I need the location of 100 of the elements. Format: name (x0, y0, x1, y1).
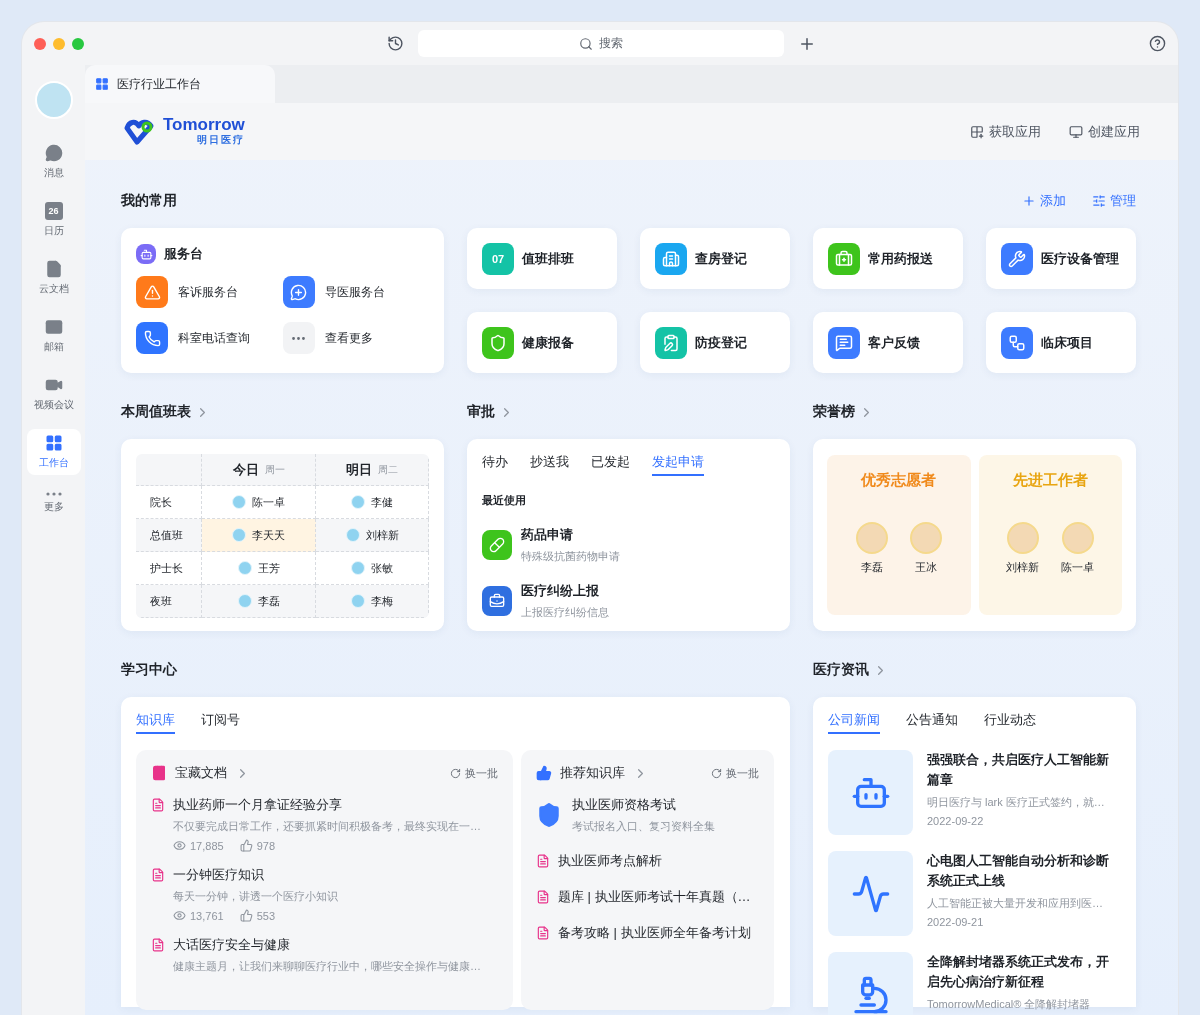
search-field[interactable]: 搜索 (418, 30, 784, 57)
news-summary: 人工智能正被大量开发和应用到医… (927, 896, 1104, 911)
app-label: 客户反馈 (868, 333, 920, 352)
service-link[interactable]: 客诉服务台 (178, 283, 238, 301)
sidebar-item[interactable]: 云文档 (26, 255, 81, 301)
views-count: 17,885 (190, 839, 224, 852)
section-title: 本周值班表 (121, 403, 191, 421)
document-title[interactable]: 备考攻略 | 执业医师全年备考计划 (558, 924, 751, 942)
section-title: 荣誉榜 (813, 403, 855, 421)
app-tile[interactable]: 客户反馈 (813, 312, 963, 373)
refresh-icon (711, 767, 722, 779)
news-title[interactable]: 全降解封堵器系统正式发布，开启先心病治疗新征程 (927, 952, 1121, 992)
workspace-tab[interactable]: 医疗行业工作台 (85, 65, 275, 103)
document-title[interactable]: 执业医师考点解析 (558, 852, 662, 870)
role-cell: 总值班 (136, 519, 202, 552)
person-name: 李天天 (252, 527, 285, 543)
approval-tab[interactable]: 待办 (482, 453, 508, 476)
document-title[interactable]: 一分钟医疗知识 (173, 866, 338, 884)
person-name: 李健 (371, 494, 393, 510)
approval-tab[interactable]: 发起申请 (652, 453, 704, 476)
person-name: 陈一卓 (1061, 560, 1095, 575)
document-icon (536, 854, 550, 868)
avatar-icon (237, 594, 252, 608)
role-cell: 院长 (136, 486, 202, 519)
approval-tab[interactable]: 已发起 (591, 453, 630, 476)
app-tile[interactable]: 防疫登记 (640, 312, 790, 373)
document-title[interactable]: 大话医疗安全与健康 (173, 936, 481, 954)
refresh-button[interactable]: 换一批 (711, 765, 759, 781)
plus-icon (1022, 194, 1036, 208)
zoom-window-button[interactable] (72, 37, 84, 50)
role-cell: 护士长 (136, 552, 202, 585)
panel-title[interactable]: 宝藏文档 (175, 764, 227, 782)
sidebar-item[interactable]: 更多 (26, 487, 81, 519)
approval-item-title[interactable]: 药品申请 (521, 526, 620, 544)
column-header: 今日 (232, 460, 259, 479)
guide-icon[interactable] (282, 276, 315, 308)
alert-icon[interactable] (136, 276, 168, 308)
refresh-icon (450, 767, 461, 779)
service-link[interactable]: 导医服务台 (324, 283, 385, 301)
app-tile[interactable]: 临床项目 (986, 312, 1136, 373)
sidebar-item[interactable]: 邮箱 (26, 313, 81, 359)
app-label: 临床项目 (1041, 333, 1093, 352)
more-icon[interactable] (282, 322, 315, 354)
app-tile[interactable]: 常用药报送 (813, 228, 963, 289)
service-link[interactable]: 查看更多 (324, 329, 373, 347)
app-tile[interactable]: 查房登记 (640, 228, 790, 289)
news-title[interactable]: 心电图人工智能自动分析和诊断系统正式上线 (927, 851, 1121, 891)
link-button[interactable]: 添加 (1022, 192, 1066, 210)
approval-item-title[interactable]: 医疗纠纷上报 (521, 582, 609, 600)
document-title[interactable]: 执业药师一个月拿证经验分享 (173, 796, 481, 814)
bot-icon (136, 244, 156, 264)
approval-tab[interactable]: 抄送我 (530, 453, 569, 476)
header-action-button[interactable]: 获取应用 (970, 122, 1041, 141)
document-icon (536, 890, 550, 904)
news-tab[interactable]: 公司新闻 (828, 711, 880, 734)
history-icon[interactable] (387, 35, 404, 52)
app-label: 常用药报送 (868, 249, 933, 268)
sidebar-item[interactable]: 视频会议 (26, 371, 81, 417)
person-name: 陈一卓 (252, 494, 285, 510)
learning-tab[interactable]: 订阅号 (201, 711, 240, 734)
news-tab[interactable]: 公告通知 (906, 711, 958, 734)
service-link[interactable]: 科室电话查询 (178, 329, 250, 347)
header-action-button[interactable]: 创建应用 (1069, 122, 1140, 141)
phone-icon[interactable] (136, 322, 168, 354)
news-tab[interactable]: 行业动态 (984, 711, 1036, 734)
document-icon (536, 926, 550, 940)
sidebar-item[interactable]: 工作台 (26, 429, 81, 475)
sidebar-item[interactable]: 26 日历 (26, 197, 81, 243)
app-tile[interactable]: 健康报备 (467, 312, 617, 373)
person-name: 王芳 (257, 560, 280, 576)
grid-icon (95, 77, 109, 91)
news-title[interactable]: 强强联合，共启医疗人工智能新篇章 (927, 750, 1121, 790)
news-date: 2022-09-21 (927, 916, 985, 928)
section-title: 学习中心 (121, 661, 177, 679)
learning-tab[interactable]: 知识库 (136, 711, 175, 734)
link-button[interactable]: 管理 (1092, 192, 1136, 210)
workspace-icon (44, 434, 63, 452)
help-icon[interactable] (1149, 35, 1166, 52)
document-summary: 不仅要完成日常工作，还要抓紧时间积极备考，最终实现在一… (173, 819, 481, 834)
document-icon (151, 868, 165, 882)
app-tile[interactable]: 07 值班排班 (467, 228, 617, 289)
avatar-icon (237, 561, 252, 575)
app-tile[interactable]: 医疗设备管理 (986, 228, 1136, 289)
avatar-icon (345, 528, 360, 542)
document-icon (151, 798, 165, 812)
refresh-button[interactable]: 换一批 (450, 765, 498, 781)
honor-title: 先进工作者 (1012, 471, 1088, 490)
minimize-window-button[interactable] (53, 37, 65, 50)
avatar-icon (1061, 522, 1094, 554)
document-icon (151, 938, 165, 952)
chat-icon (44, 144, 63, 162)
panel-title[interactable]: 推荐知识库 (560, 764, 625, 782)
avatar-icon (232, 495, 246, 509)
document-summary: 每天一分钟，讲透一个医疗小知识 (173, 889, 338, 904)
document-title[interactable]: 题库 | 执业医师考试十年真题（… (558, 888, 751, 906)
featured-title[interactable]: 执业医师资格考试 (572, 796, 715, 814)
sidebar-item[interactable]: 消息 (26, 139, 81, 185)
user-avatar[interactable] (34, 81, 73, 119)
close-window-button[interactable] (34, 37, 46, 50)
news-date: 2022-09-22 (927, 815, 985, 827)
